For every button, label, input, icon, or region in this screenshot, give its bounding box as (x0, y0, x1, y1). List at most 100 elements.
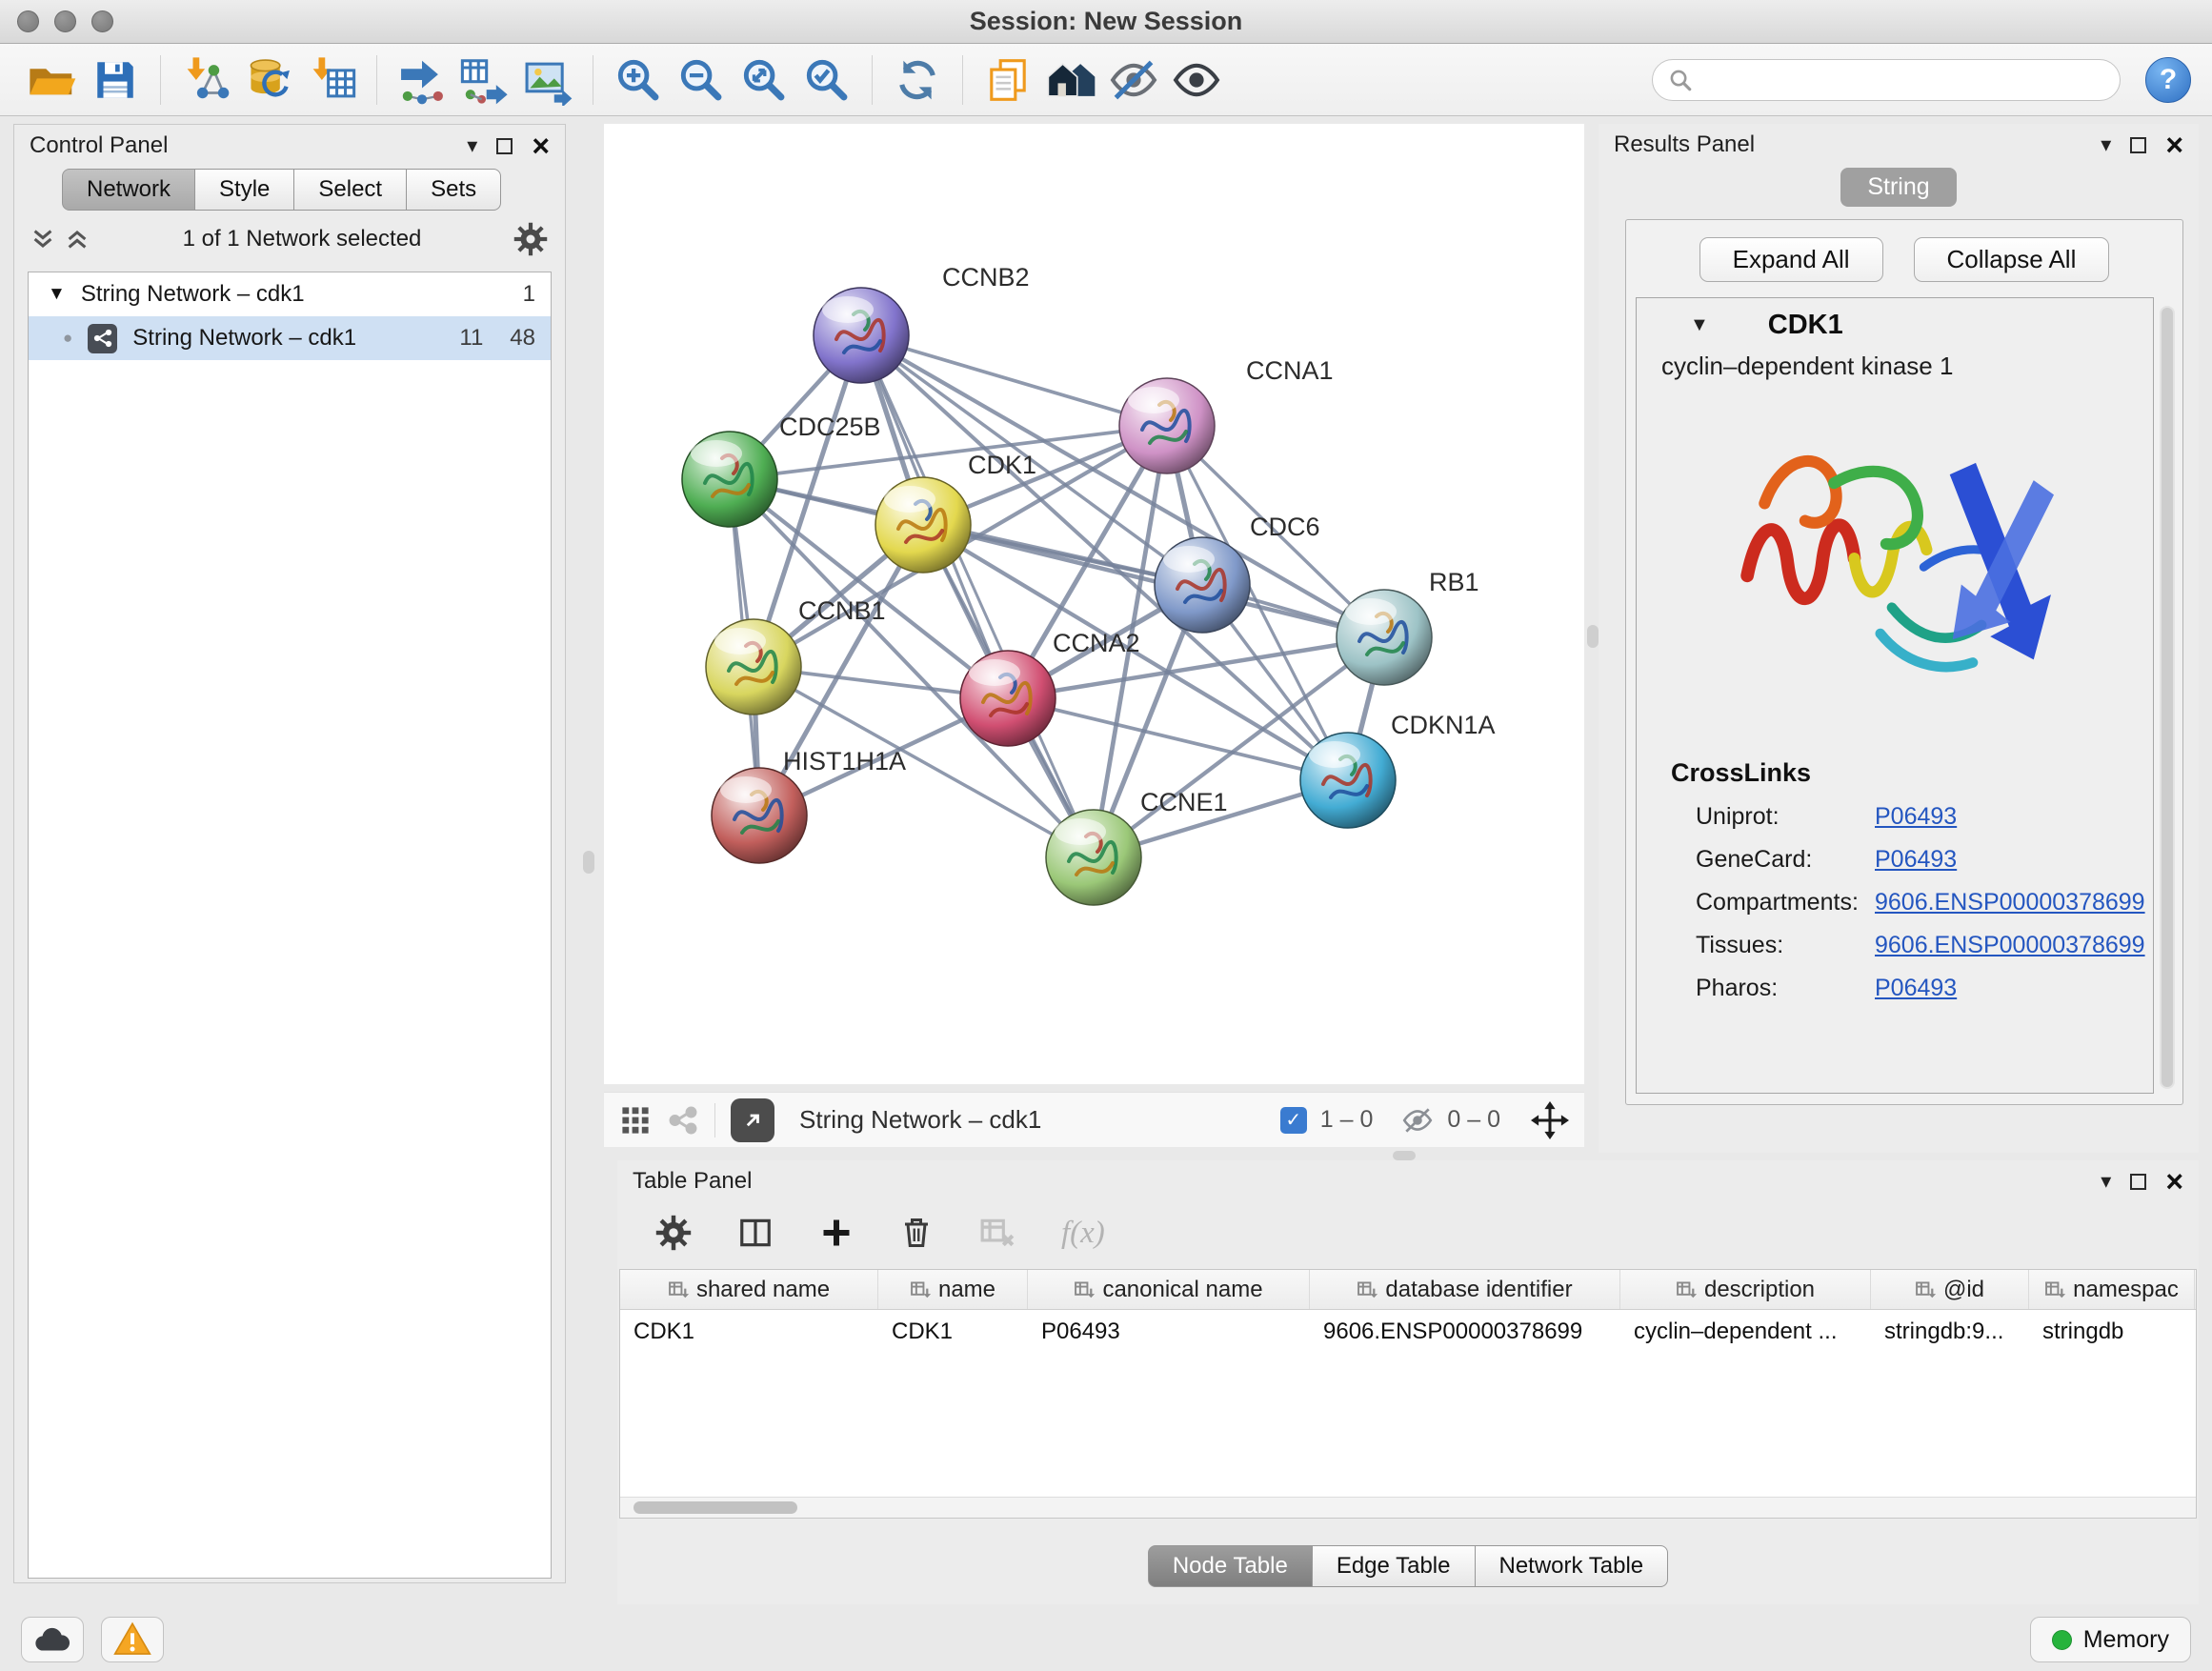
network-node-cdkn1a[interactable] (1300, 733, 1396, 828)
table-cell[interactable]: stringdb (2029, 1310, 2195, 1354)
network-node-ccna1[interactable] (1119, 378, 1215, 473)
table-row[interactable]: CDK1CDK1P064939606.ENSP00000378699cyclin… (620, 1310, 2196, 1354)
collapse-all-button[interactable]: Collapse All (1914, 237, 2110, 282)
search-input[interactable] (1702, 66, 2104, 94)
panel-float-icon[interactable] (2130, 137, 2146, 153)
annotation-mode-button[interactable] (731, 1098, 774, 1142)
delete-table-icon[interactable] (979, 1215, 1016, 1251)
column-header[interactable]: name (878, 1270, 1028, 1309)
selected-nodes-checkbox-icon[interactable]: ✓ (1280, 1107, 1307, 1134)
collapse-all-icon[interactable] (30, 226, 56, 252)
zoom-selected-button[interactable] (795, 50, 858, 111)
network-view-canvas[interactable]: CCNB2CCNA1CDC25BCDK1CDC6RB1CCNB1CCNA2CDK… (604, 124, 1584, 1084)
table-cell[interactable]: P06493 (1028, 1310, 1310, 1354)
horizontal-splitter-handle[interactable] (1393, 1151, 1416, 1160)
table-cell[interactable]: cyclin–dependent ... (1620, 1310, 1871, 1354)
panel-collapse-icon[interactable]: ▾ (2101, 134, 2111, 155)
crosslink-link[interactable]: P06493 (1875, 803, 1957, 831)
save-session-button[interactable] (84, 50, 147, 111)
network-collection-row[interactable]: ▼ String Network – cdk1 1 (29, 272, 551, 316)
show-graphics-details-button[interactable] (1165, 50, 1228, 111)
pan-move-icon[interactable] (1531, 1101, 1569, 1139)
zoom-fit-button[interactable] (733, 50, 795, 111)
network-node-ccne1[interactable] (1046, 810, 1141, 905)
panel-collapse-icon[interactable]: ▾ (2101, 1171, 2111, 1192)
network-node-cdk1[interactable] (875, 477, 971, 573)
hide-graphics-details-button[interactable] (1102, 50, 1165, 111)
right-splitter-handle[interactable] (1587, 625, 1599, 648)
zoom-window-button[interactable] (91, 10, 113, 32)
panel-float-icon[interactable] (496, 138, 513, 154)
apply-layout-button[interactable] (886, 50, 949, 111)
import-network-file-button[interactable] (174, 50, 237, 111)
minimize-window-button[interactable] (54, 10, 76, 32)
network-node-ccnb1[interactable] (706, 619, 801, 715)
memory-button[interactable]: Memory (2030, 1617, 2191, 1662)
table-cell[interactable]: 9606.ENSP00000378699 (1310, 1310, 1620, 1354)
table-cell[interactable]: CDK1 (878, 1310, 1028, 1354)
table-scrollbar-thumb[interactable] (633, 1501, 797, 1514)
network-edge[interactable] (923, 525, 1384, 637)
export-image-button[interactable] (516, 50, 579, 111)
crosslink-link[interactable]: 9606.ENSP00000378699 (1875, 889, 2145, 916)
crosslink-link[interactable]: 9606.ENSP00000378699 (1875, 932, 2145, 959)
new-network-from-table-button[interactable] (453, 50, 516, 111)
results-scrollbar-thumb[interactable] (2162, 308, 2173, 1087)
panel-close-icon[interactable]: × (2165, 130, 2183, 160)
protein-entry-header[interactable]: ▼ CDK1 (1637, 298, 2153, 352)
column-header[interactable]: namespac (2029, 1270, 2195, 1309)
tab-style[interactable]: Style (194, 169, 294, 211)
warnings-button[interactable] (101, 1617, 164, 1662)
gear-icon[interactable] (513, 222, 548, 256)
network-node-ccna2[interactable] (960, 651, 1056, 746)
overview-button[interactable] (1039, 50, 1102, 111)
panel-float-icon[interactable] (2130, 1174, 2146, 1190)
tab-edge-table[interactable]: Edge Table (1312, 1545, 1476, 1587)
column-header[interactable]: shared name (620, 1270, 878, 1309)
open-session-button[interactable] (21, 50, 84, 111)
tab-select[interactable]: Select (293, 169, 407, 211)
new-network-from-selection-button[interactable] (391, 50, 453, 111)
table-horizontal-scrollbar[interactable] (620, 1497, 2196, 1518)
results-tab-string[interactable]: String (1840, 168, 1956, 207)
network-node-cdc25b[interactable] (682, 432, 777, 527)
table-settings-gear-icon[interactable] (655, 1215, 692, 1251)
column-header[interactable]: database identifier (1310, 1270, 1620, 1309)
help-button[interactable]: ? (2145, 57, 2191, 103)
tab-network[interactable]: Network (62, 169, 195, 211)
close-window-button[interactable] (17, 10, 39, 32)
network-row-selected[interactable]: ● String Network – cdk1 11 48 (29, 316, 551, 360)
expand-all-icon[interactable] (64, 226, 90, 252)
column-header[interactable]: description (1620, 1270, 1871, 1309)
table-cell[interactable]: CDK1 (620, 1310, 878, 1354)
add-column-icon[interactable] (819, 1216, 854, 1250)
entry-disclosure-icon[interactable]: ▼ (1690, 314, 1709, 336)
network-node-rb1[interactable] (1337, 590, 1432, 685)
panel-close-icon[interactable]: × (2165, 1166, 2183, 1197)
table-cell[interactable]: stringdb:9... (1871, 1310, 2029, 1354)
function-builder-button[interactable]: f(x) (1061, 1216, 1105, 1251)
network-node-hist1h1a[interactable] (712, 768, 807, 863)
crosslink-link[interactable]: P06493 (1875, 846, 1957, 874)
tab-node-table[interactable]: Node Table (1148, 1545, 1313, 1587)
delete-column-trash-icon[interactable] (899, 1216, 934, 1250)
zoom-in-button[interactable] (607, 50, 670, 111)
import-table-button[interactable] (300, 50, 363, 111)
panel-close-icon[interactable]: × (532, 131, 550, 161)
network-overview-icon[interactable] (667, 1104, 699, 1137)
show-columns-icon[interactable] (737, 1215, 774, 1251)
results-scrollbar[interactable] (2160, 306, 2175, 1089)
column-header[interactable]: @id (1871, 1270, 2029, 1309)
disclosure-triangle-icon[interactable]: ▼ (48, 284, 66, 305)
import-network-database-button[interactable] (237, 50, 300, 111)
panel-collapse-icon[interactable]: ▾ (467, 135, 477, 156)
network-node-ccnb2[interactable] (814, 288, 909, 383)
grid-view-icon[interactable] (619, 1104, 652, 1137)
copy-document-button[interactable] (976, 50, 1039, 111)
tab-sets[interactable]: Sets (406, 169, 501, 211)
zoom-out-button[interactable] (670, 50, 733, 111)
tab-network-table[interactable]: Network Table (1475, 1545, 1669, 1587)
cloud-status-button[interactable] (21, 1617, 84, 1662)
column-header[interactable]: canonical name (1028, 1270, 1310, 1309)
network-node-cdc6[interactable] (1155, 537, 1250, 633)
